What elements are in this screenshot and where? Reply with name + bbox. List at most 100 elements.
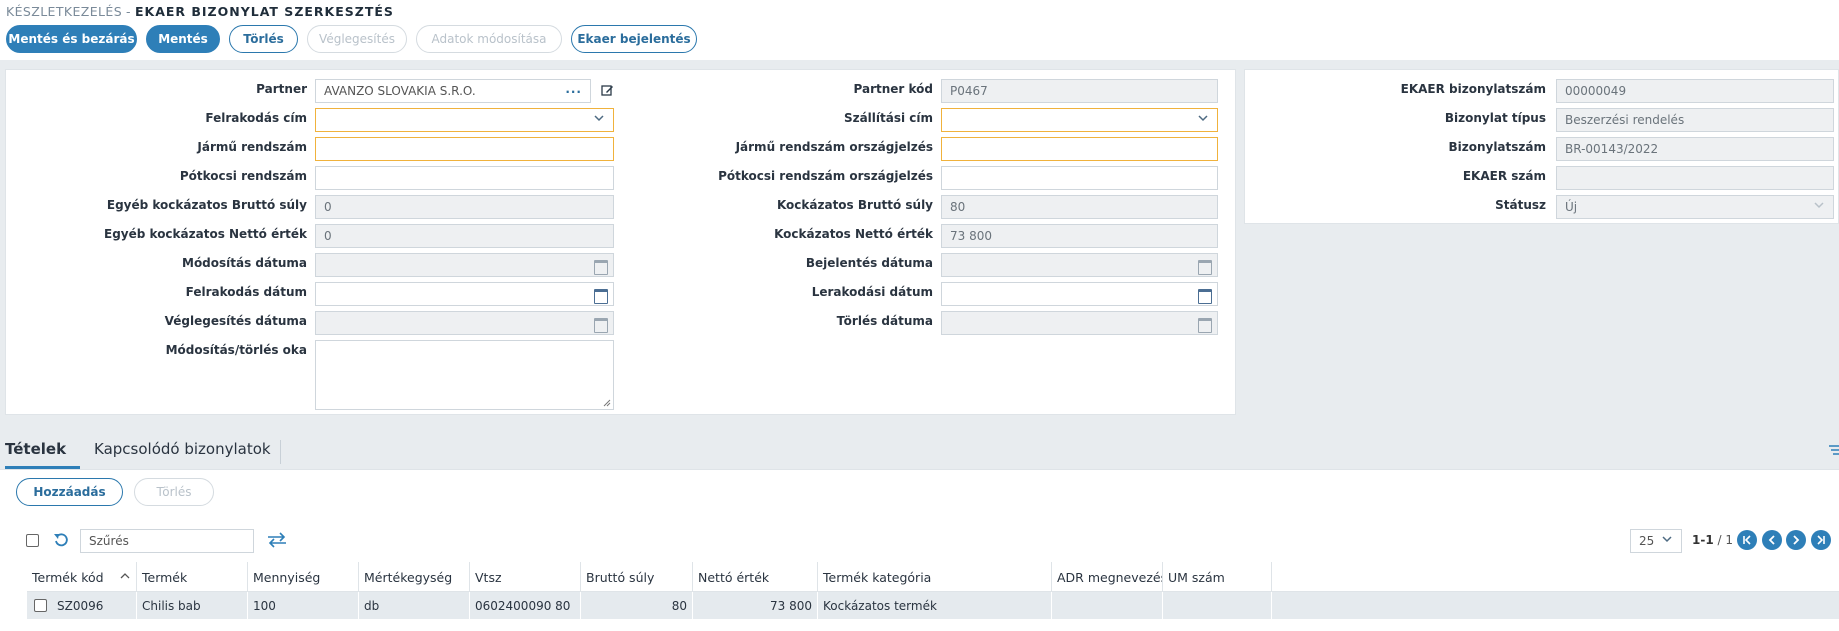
- calendar-icon[interactable]: [1197, 287, 1212, 304]
- other-risky-net-field: 0: [315, 224, 614, 248]
- add-item-button[interactable]: Hozzáadás: [16, 478, 123, 506]
- ekaer-no-label: EKAER szám: [1462, 169, 1546, 183]
- last-page-button[interactable]: [1811, 530, 1831, 550]
- filter-placeholder: Szűrés: [89, 534, 129, 548]
- delivery-address-label: Szállítási cím: [843, 111, 933, 125]
- finalize-date-field: [315, 311, 614, 335]
- save-close-button[interactable]: Mentés és bezárás: [6, 25, 137, 53]
- first-page-button[interactable]: [1737, 530, 1757, 550]
- partner-value: AVANZO SLOVAKIA S.R.O.: [324, 84, 476, 98]
- document-info-panel: EKAER bizonylatszám 00000049 Bizonylat t…: [1244, 69, 1839, 224]
- tab-items[interactable]: Tételek: [5, 440, 80, 469]
- tab-bar: Tételek Kapcsolódó bizonylatok: [0, 434, 1839, 469]
- more-icon[interactable]: ...: [565, 82, 582, 96]
- ekaer-doc-no-label: EKAER bizonylatszám: [1400, 82, 1546, 96]
- column-header-product-code[interactable]: Termék kód: [27, 562, 137, 592]
- modify-date-field: [315, 253, 614, 277]
- report-date-field: [941, 253, 1218, 277]
- calendar-icon[interactable]: [593, 287, 608, 304]
- status-select: Új: [1556, 195, 1834, 219]
- cell-product-category: Kockázatos termék: [818, 592, 1052, 619]
- loading-address-select[interactable]: [315, 108, 614, 132]
- ekaer-report-button[interactable]: Ekaer bejelentés: [571, 25, 697, 53]
- column-header-um-number[interactable]: UM szám: [1163, 562, 1272, 592]
- column-header-unit[interactable]: Mértékegység: [359, 562, 470, 592]
- column-header-vtsz[interactable]: Vtsz: [470, 562, 581, 592]
- risky-net-field: 73 800: [941, 224, 1218, 248]
- modify-delete-reason-textarea[interactable]: [315, 340, 614, 410]
- partner-code-field: P0467: [941, 79, 1218, 103]
- cell-vtsz: 0602400090 80: [470, 592, 581, 619]
- cell-quantity: 100: [248, 592, 359, 619]
- vehicle-plate-country-input[interactable]: [941, 137, 1218, 161]
- table-row[interactable]: SZ0096 Chilis bab 100 db 0602400090 80 8…: [27, 592, 1839, 619]
- trailer-plate-input[interactable]: [315, 166, 614, 190]
- doc-type-field: Beszerzési rendelés: [1556, 108, 1834, 132]
- first-page-icon: [1743, 535, 1751, 545]
- select-all-checkbox[interactable]: [26, 534, 39, 547]
- trailer-plate-label: Pótkocsi rendszám: [179, 169, 307, 183]
- chevron-down-icon: [1198, 115, 1208, 122]
- column-header-gross-weight[interactable]: Bruttó súly: [581, 562, 693, 592]
- status-label: Státusz: [1495, 198, 1546, 212]
- doc-type-label: Bizonylat típus: [1444, 111, 1546, 125]
- status-value: Új: [1565, 200, 1578, 214]
- edit-icon[interactable]: [601, 84, 614, 97]
- breadcrumb: KÉSZLETKEZELÉS - EKAER BIZONYLAT SZERKESZT…: [6, 4, 394, 19]
- calendar-icon: [593, 316, 608, 333]
- cell-net-value: 73 800: [693, 592, 818, 619]
- row-checkbox[interactable]: [34, 599, 47, 612]
- breadcrumb-module[interactable]: KÉSZLETKEZELÉS: [6, 4, 122, 19]
- vehicle-plate-input[interactable]: [315, 137, 614, 161]
- finalize-date-label: Véglegesítés dátuma: [164, 314, 307, 328]
- toolbar: Mentés és bezárás Mentés Törlés Végleges…: [6, 25, 697, 53]
- trailer-plate-country-input[interactable]: [941, 166, 1218, 190]
- delete-button[interactable]: Törlés: [229, 25, 298, 53]
- column-header-net-value[interactable]: Nettó érték: [693, 562, 818, 592]
- top-bar: KÉSZLETKEZELÉS - EKAER BIZONYLAT SZERKESZT…: [0, 0, 1839, 60]
- modify-data-button[interactable]: Adatok módosítása: [416, 25, 562, 53]
- calendar-icon: [1197, 316, 1212, 333]
- next-page-button[interactable]: [1786, 530, 1806, 550]
- cell-unit: db: [359, 592, 470, 619]
- loading-date-field[interactable]: [315, 282, 614, 306]
- prev-page-button[interactable]: [1762, 530, 1782, 550]
- cell-gross-weight: 80: [581, 592, 693, 619]
- vehicle-plate-country-label: Jármű rendszám országjelzés: [735, 140, 933, 154]
- unloading-date-label: Lerakodási dátum: [811, 285, 933, 299]
- page-info: 1-1 / 1: [1692, 533, 1733, 547]
- chevron-down-icon: [1814, 202, 1824, 209]
- filter-toggle-icon[interactable]: [1828, 443, 1839, 457]
- tab-separator: [280, 440, 281, 464]
- chevron-right-icon: [1793, 535, 1800, 545]
- risky-gross-label: Kockázatos Bruttó súly: [776, 198, 933, 212]
- delivery-address-select[interactable]: [941, 108, 1218, 132]
- form-panel: Partner AVANZO SLOVAKIA S.R.O. ... Felra…: [5, 69, 1236, 415]
- report-date-label: Bejelentés dátuma: [805, 256, 933, 270]
- refresh-icon[interactable]: [52, 531, 70, 548]
- chevron-down-icon: [1662, 536, 1672, 543]
- items-grid-panel: Hozzáadás Törlés Szűrés 25 1-1 / 1 Termé…: [0, 469, 1839, 631]
- chevron-down-icon: [594, 115, 604, 122]
- column-header-quantity[interactable]: Mennyiség: [248, 562, 359, 592]
- filter-input[interactable]: Szűrés: [80, 529, 254, 553]
- delete-date-field: [941, 311, 1218, 335]
- sort-asc-icon: [120, 573, 130, 579]
- delete-item-button[interactable]: Törlés: [134, 478, 214, 506]
- modify-date-label: Módosítás dátuma: [182, 256, 307, 270]
- risky-net-label: Kockázatos Nettó érték: [774, 227, 933, 241]
- finalize-button[interactable]: Véglegesítés: [307, 25, 407, 53]
- doc-no-label: Bizonylatszám: [1448, 140, 1546, 154]
- calendar-icon: [1197, 258, 1212, 275]
- unloading-date-field[interactable]: [941, 282, 1218, 306]
- column-header-adr-name[interactable]: ADR megnevezés: [1052, 562, 1163, 592]
- column-header-product-category[interactable]: Termék kategória: [818, 562, 1052, 592]
- save-button[interactable]: Mentés: [146, 25, 220, 53]
- partner-field[interactable]: AVANZO SLOVAKIA S.R.O. ...: [315, 79, 591, 103]
- tab-related-documents[interactable]: Kapcsolódó bizonylatok: [94, 440, 271, 466]
- column-header-product[interactable]: Termék: [137, 562, 248, 592]
- other-risky-gross-label: Egyéb kockázatos Bruttó súly: [106, 198, 307, 212]
- resize-handle-icon[interactable]: [603, 399, 611, 407]
- page-size-select[interactable]: 25: [1630, 529, 1682, 553]
- swap-columns-icon[interactable]: [266, 532, 288, 548]
